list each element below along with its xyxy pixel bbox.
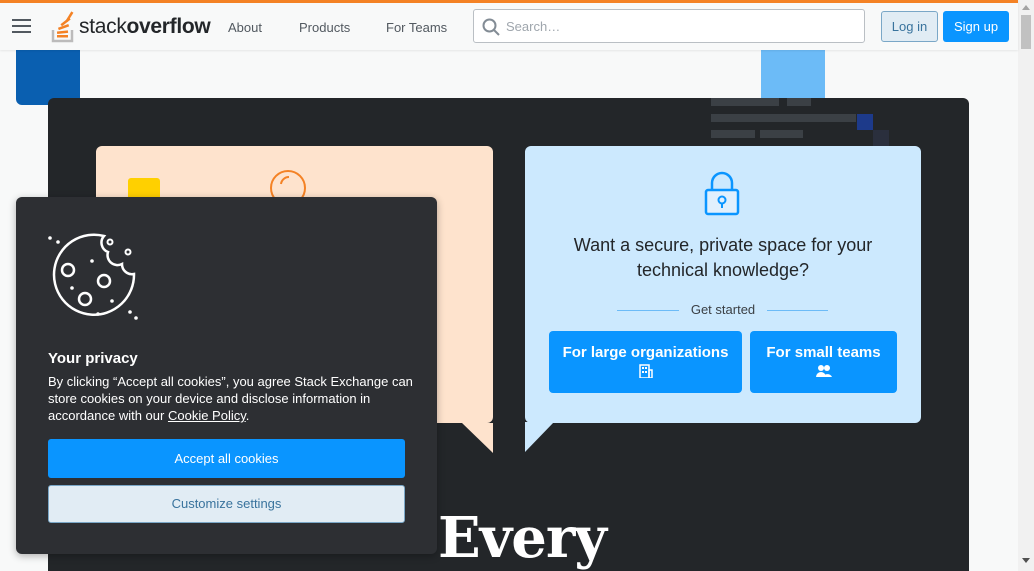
accept-all-cookies-button[interactable]: Accept all cookies (48, 439, 405, 478)
large-organizations-label: For large organizations (562, 344, 729, 361)
cookie-policy-link[interactable]: Cookie Policy (168, 408, 246, 423)
decor-block-blue-left (16, 50, 80, 105)
get-started-label: Get started (690, 302, 756, 317)
teams-heading: Want a secure, private space for your te… (573, 235, 873, 280)
customize-settings-button[interactable]: Customize settings (48, 485, 405, 523)
teams-card-tail (525, 422, 554, 452)
nav-about[interactable]: About (228, 20, 262, 35)
nav-for-teams[interactable]: For Teams (386, 20, 447, 35)
site-logo[interactable]: stackoverflow (51, 10, 211, 44)
hero-headline: Every (438, 505, 607, 571)
small-teams-label: For small teams (766, 344, 881, 361)
decor-bar (760, 130, 803, 138)
decor-square (857, 114, 873, 130)
decor-bar (711, 114, 856, 122)
cookie-icon (48, 233, 138, 320)
decor-square (873, 130, 889, 146)
privacy-title: Your privacy (48, 350, 138, 367)
lock-icon (704, 171, 740, 216)
search-input[interactable] (506, 16, 856, 36)
logo-text: stackoverflow (79, 15, 211, 39)
divider-left (617, 310, 679, 311)
community-card-tail (462, 423, 493, 453)
nav-products[interactable]: Products (299, 20, 350, 35)
hamburger-menu-icon[interactable] (12, 19, 32, 35)
users-icon (815, 365, 832, 377)
large-organizations-button[interactable]: For large organizations (549, 331, 742, 393)
top-navigation-bar: stackoverflow About Products For Teams L… (0, 0, 1018, 50)
scroll-down-arrow-icon[interactable] (1022, 558, 1030, 563)
building-icon (638, 364, 653, 378)
privacy-text: By clicking “Accept all cookies”, you ag… (48, 373, 418, 424)
logo-text-prefix: stack (79, 15, 127, 38)
login-button[interactable]: Log in (881, 11, 938, 42)
decor-block-lightblue (761, 50, 825, 100)
stack-logo-icon (51, 11, 74, 43)
small-teams-button[interactable]: For small teams (750, 331, 897, 393)
scrollbar-thumb[interactable] (1021, 15, 1031, 49)
search-icon (482, 18, 500, 36)
page-scrollbar[interactable] (1018, 0, 1034, 571)
logo-text-suffix: overflow (126, 15, 211, 38)
signup-button[interactable]: Sign up (943, 11, 1009, 42)
decor-bar (787, 98, 811, 106)
scroll-up-arrow-icon[interactable] (1022, 5, 1030, 10)
decor-bar (711, 98, 779, 106)
privacy-body-end: . (245, 408, 250, 423)
divider-right (767, 310, 828, 311)
decor-bar (711, 130, 755, 138)
search-box (473, 9, 865, 43)
